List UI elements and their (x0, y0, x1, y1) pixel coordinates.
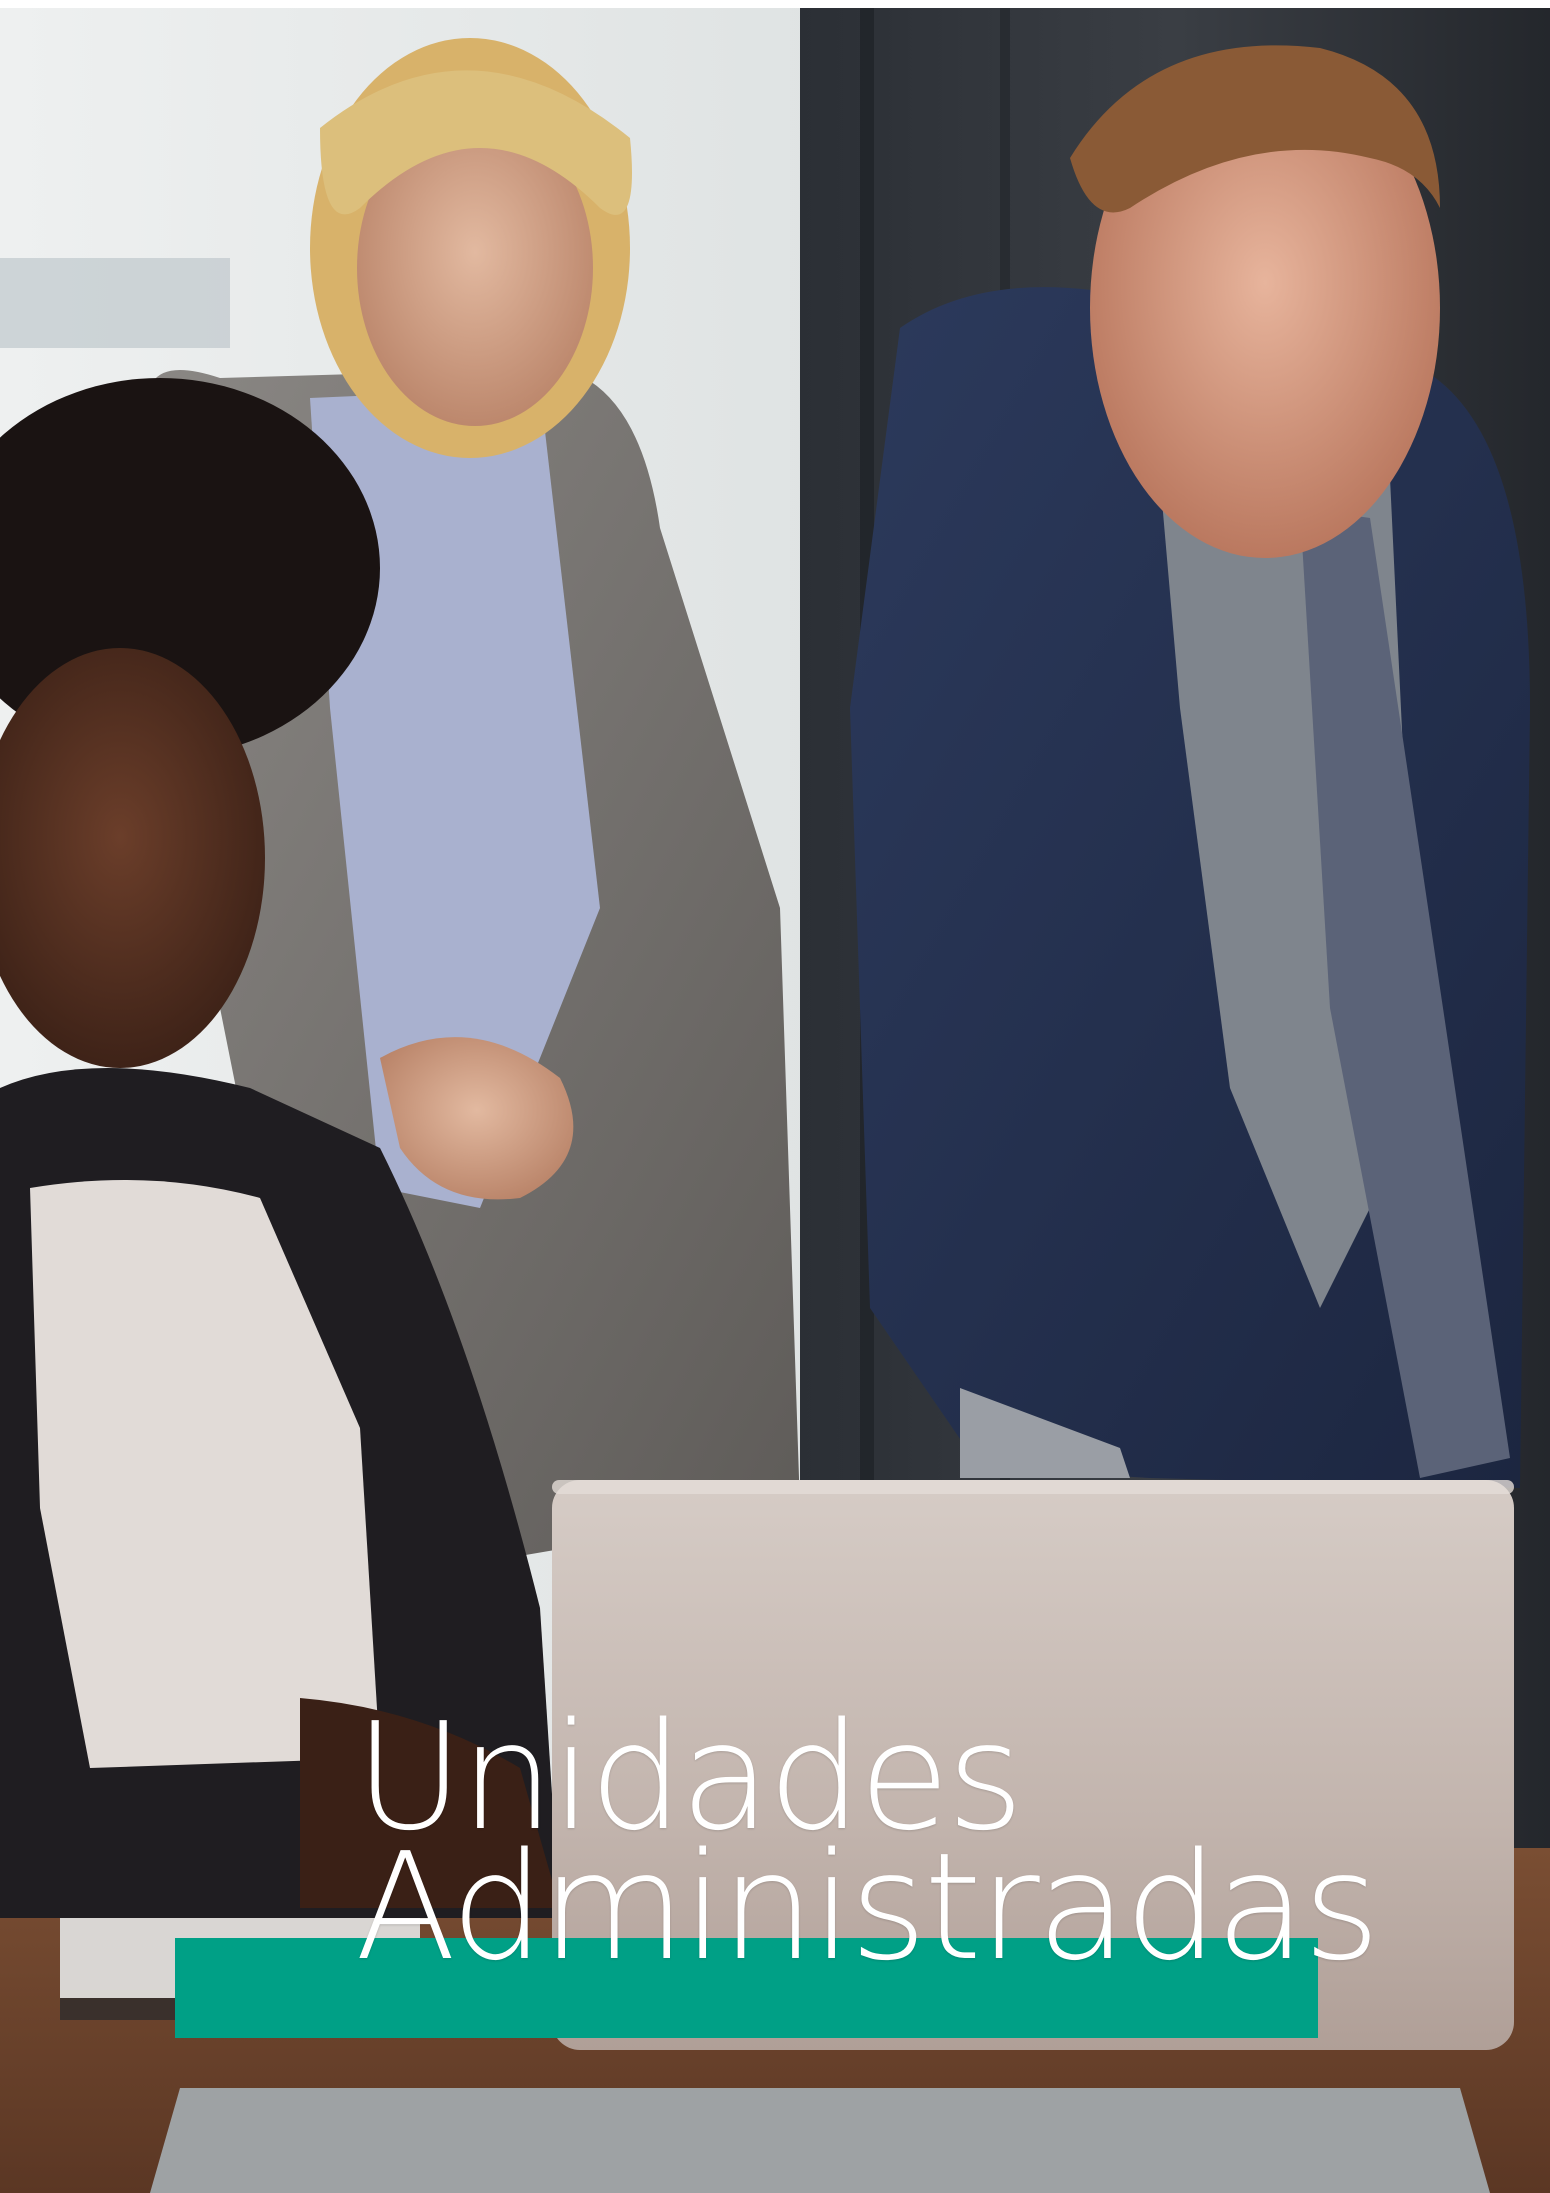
cover-page: Unidades Administradas (0, 0, 1550, 2193)
cover-title: Unidades Administradas (355, 1703, 1380, 1993)
cover-title-line-2: Administradas (355, 1821, 1380, 1993)
